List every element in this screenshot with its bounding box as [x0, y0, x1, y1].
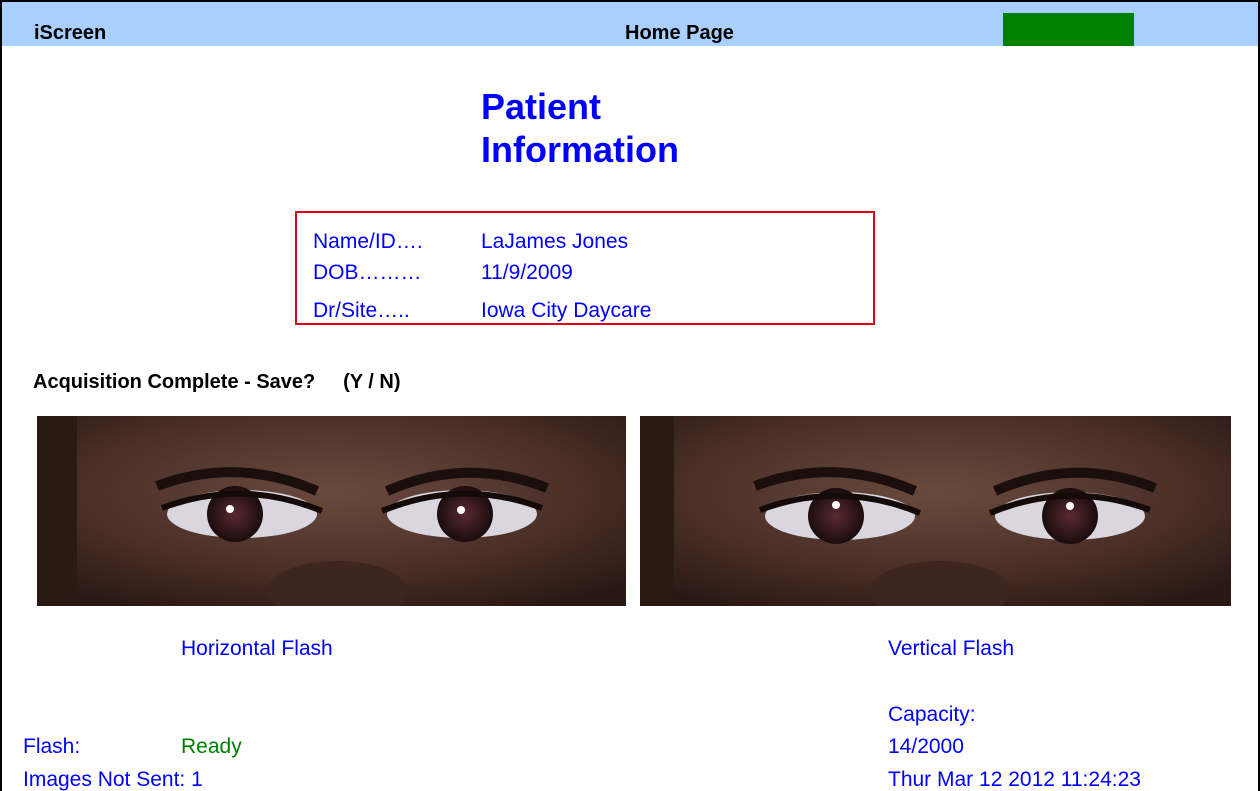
horizontal-flash-image	[37, 416, 626, 606]
name-label: Name/ID….	[313, 230, 423, 253]
datetime: Thur Mar 12 2012 11:24:23	[888, 768, 1141, 791]
dob-value: 11/9/2009	[481, 261, 573, 284]
capacity-label: Capacity:	[888, 703, 976, 726]
name-row: Name/ID…. LaJames Jones	[313, 228, 628, 256]
site-row: Dr/Site….. Iowa City Daycare	[313, 297, 651, 325]
save-prompt[interactable]: Acquisition Complete - Save? (Y / N)	[33, 370, 400, 394]
status-indicator	[1003, 13, 1134, 46]
patient-info-heading: Patient Information	[481, 85, 679, 171]
flash-label: Flash:	[23, 735, 81, 758]
capacity-value: 14/2000	[888, 735, 964, 758]
flash-status: Ready	[181, 735, 242, 758]
vertical-flash-image	[640, 416, 1231, 606]
save-prompt-options: (Y / N)	[343, 371, 401, 393]
vertical-flash-caption: Vertical Flash	[888, 637, 1015, 660]
title-bar: iScreen Home Page	[2, 2, 1258, 46]
site-label: Dr/Site…..	[313, 299, 410, 322]
dob-label: DOB………	[313, 261, 422, 284]
save-prompt-text: Acquisition Complete - Save?	[33, 371, 316, 393]
site-value: Iowa City Daycare	[481, 299, 652, 322]
page-title: Home Page	[625, 22, 734, 44]
heading-line-2: Information	[481, 129, 679, 170]
app-name: iScreen	[34, 22, 107, 44]
dob-row: DOB……… 11/9/2009	[313, 259, 573, 287]
images-not-sent: Images Not Sent: 1	[23, 768, 203, 791]
heading-line-1: Patient	[481, 86, 602, 127]
name-value: LaJames Jones	[481, 230, 629, 253]
patient-info-box: Name/ID…. LaJames Jones DOB……… 11/9/2009 D…	[295, 211, 875, 325]
horizontal-flash-caption: Horizontal Flash	[181, 637, 333, 660]
